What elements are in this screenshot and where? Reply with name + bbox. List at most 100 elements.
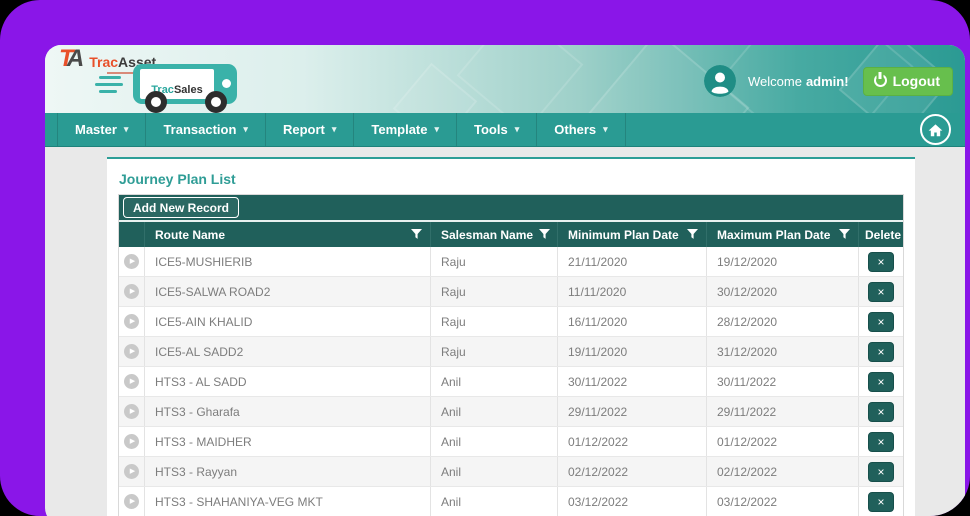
- speed-lines-icon: [99, 76, 121, 79]
- cell-salesman-name: Anil: [430, 427, 557, 456]
- cell-maximum-plan-date: 31/12/2020: [706, 337, 858, 366]
- grid-toolbar: Add New Record: [119, 195, 903, 222]
- cell-maximum-plan-date: 01/12/2022: [706, 427, 858, 456]
- filter-icon[interactable]: [687, 229, 698, 240]
- table-row: ▶ HTS3 - Gharafa Anil 29/11/2022 29/11/2022 ×: [119, 397, 903, 427]
- dropdown-caret-icon: ▾: [514, 124, 520, 134]
- table-row: ▶ HTS3 - SHAHANIYA-VEG MKT Anil 03/12/2022 0…: [119, 487, 903, 516]
- wheel-icon: [205, 91, 227, 113]
- cell-salesman-name: Raju: [430, 337, 557, 366]
- expand-row-icon[interactable]: ▶: [124, 404, 139, 419]
- truck-knob: [222, 79, 231, 88]
- nav-item-master[interactable]: Master ▾: [57, 113, 147, 146]
- cell-minimum-plan-date: 02/12/2022: [557, 457, 706, 486]
- cell-salesman-name: Raju: [430, 277, 557, 306]
- filter-icon[interactable]: [839, 229, 850, 240]
- table-row: ▶ HTS3 - AL SADD Anil 30/11/2022 30/11/2022 ×: [119, 367, 903, 397]
- dropdown-caret-icon: ▾: [243, 124, 248, 134]
- cell-salesman-name: Raju: [430, 247, 557, 276]
- cell-salesman-name: Raju: [430, 307, 557, 336]
- cell-route-name: ICE5-AL SADD2: [144, 337, 430, 366]
- expand-row-icon[interactable]: ▶: [124, 254, 139, 269]
- dropdown-caret-icon: ▾: [331, 124, 337, 134]
- filter-icon[interactable]: [411, 229, 422, 240]
- expand-row-icon[interactable]: ▶: [124, 374, 139, 389]
- expand-row-icon[interactable]: ▶: [124, 494, 139, 509]
- column-header-minimum-plan-date: Minimum Plan Date: [557, 222, 706, 247]
- power-icon: [873, 74, 887, 87]
- expand-row-icon[interactable]: ▶: [124, 284, 139, 299]
- nav-item-transaction[interactable]: Transaction ▾: [146, 113, 266, 146]
- cell-minimum-plan-date: 30/11/2022: [557, 367, 706, 396]
- delete-row-button[interactable]: ×: [868, 251, 894, 272]
- column-header-expand: [119, 222, 144, 247]
- cell-salesman-name: Anil: [430, 367, 557, 396]
- column-header-maximum-plan-date: Maximum Plan Date: [706, 222, 858, 247]
- cell-route-name: HTS3 - AL SADD: [144, 367, 430, 396]
- expand-row-icon[interactable]: ▶: [124, 464, 139, 479]
- nav-item-template[interactable]: Template ▾: [354, 113, 458, 146]
- app-window: TA TracAsset TracSales Welcome admin! Lo…: [45, 45, 965, 516]
- user-area: Welcome admin! Logout: [704, 65, 953, 97]
- tracasset-monogram-icon: TA: [59, 45, 84, 72]
- column-header-salesman-name: Salesman Name: [430, 222, 557, 247]
- delete-row-button[interactable]: ×: [868, 491, 894, 512]
- delete-row-button[interactable]: ×: [868, 431, 894, 452]
- user-avatar-icon: [704, 65, 736, 97]
- table-row: ▶ ICE5-AIN KHALID Raju 16/11/2020 28/12/2020…: [119, 307, 903, 337]
- cell-maximum-plan-date: 30/12/2020: [706, 277, 858, 306]
- cell-route-name: HTS3 - SHAHANIYA-VEG MKT: [144, 487, 430, 516]
- cell-minimum-plan-date: 11/11/2020: [557, 277, 706, 306]
- wheel-icon: [145, 91, 167, 113]
- filter-icon[interactable]: [539, 229, 551, 240]
- truck-logo-icon: TracSales: [95, 64, 249, 113]
- speed-lines-icon: [99, 90, 117, 93]
- cell-maximum-plan-date: 30/11/2022: [706, 367, 858, 396]
- dropdown-caret-icon: ▾: [603, 124, 608, 134]
- table-body: ▶ ICE5-MUSHIERIB Raju 21/11/2020 19/12/2020 ×…: [119, 247, 903, 516]
- nav-item-tools[interactable]: Tools ▾: [457, 113, 538, 146]
- cell-maximum-plan-date: 29/11/2022: [706, 397, 858, 426]
- expand-row-icon[interactable]: ▶: [124, 314, 139, 329]
- speed-lines-icon: [95, 83, 123, 86]
- add-new-record-button[interactable]: Add New Record: [123, 197, 240, 218]
- cell-minimum-plan-date: 03/12/2022: [557, 487, 706, 516]
- cell-maximum-plan-date: 03/12/2022: [706, 487, 858, 516]
- cell-route-name: ICE5-MUSHIERIB: [144, 247, 430, 276]
- delete-row-button[interactable]: ×: [868, 311, 894, 332]
- cell-route-name: HTS3 - Rayyan: [144, 457, 430, 486]
- cell-route-name: HTS3 - Gharafa: [144, 397, 430, 426]
- content-panel: Journey Plan List Add New Record Route N…: [107, 157, 915, 516]
- cell-salesman-name: Anil: [430, 457, 557, 486]
- table-header-row: Route Name Salesman Name Minimum Plan Date…: [119, 222, 903, 247]
- table-row: ▶ ICE5-MUSHIERIB Raju 21/11/2020 19/12/2020 ×: [119, 247, 903, 277]
- cell-maximum-plan-date: 02/12/2022: [706, 457, 858, 486]
- nav-item-others[interactable]: Others ▾: [537, 113, 626, 146]
- purple-frame: TA TracAsset TracSales Welcome admin! Lo…: [0, 0, 970, 516]
- delete-row-button[interactable]: ×: [868, 341, 894, 362]
- nav-item-report[interactable]: Report ▾: [266, 113, 355, 146]
- journey-plan-grid: Add New Record Route Name Salesman Name Mi…: [118, 194, 904, 516]
- cell-salesman-name: Anil: [430, 487, 557, 516]
- table-row: ▶ ICE5-SALWA ROAD2 Raju 11/11/2020 30/12/202…: [119, 277, 903, 307]
- column-header-delete: Delete: [858, 222, 903, 247]
- dropdown-caret-icon: ▾: [123, 124, 129, 134]
- cell-route-name: HTS3 - MAIDHER: [144, 427, 430, 456]
- delete-row-button[interactable]: ×: [868, 401, 894, 422]
- table-row: ▶ HTS3 - MAIDHER Anil 01/12/2022 01/12/2022 ×: [119, 427, 903, 457]
- logout-button[interactable]: Logout: [862, 66, 953, 96]
- expand-row-icon[interactable]: ▶: [124, 434, 139, 449]
- cell-minimum-plan-date: 21/11/2020: [557, 247, 706, 276]
- home-icon[interactable]: [920, 114, 951, 145]
- expand-row-icon[interactable]: ▶: [124, 344, 139, 359]
- cell-minimum-plan-date: 29/11/2022: [557, 397, 706, 426]
- delete-row-button[interactable]: ×: [868, 281, 894, 302]
- cell-minimum-plan-date: 01/12/2022: [557, 427, 706, 456]
- brand-logo: TA TracAsset TracSales: [59, 45, 269, 113]
- delete-row-button[interactable]: ×: [868, 461, 894, 482]
- nav-bar: Master ▾ Transaction ▾ Report ▾ Template ▾ Tools…: [45, 113, 965, 147]
- delete-row-button[interactable]: ×: [868, 371, 894, 392]
- welcome-text: Welcome admin!: [748, 73, 849, 89]
- page-title: Journey Plan List: [119, 171, 236, 187]
- cell-minimum-plan-date: 16/11/2020: [557, 307, 706, 336]
